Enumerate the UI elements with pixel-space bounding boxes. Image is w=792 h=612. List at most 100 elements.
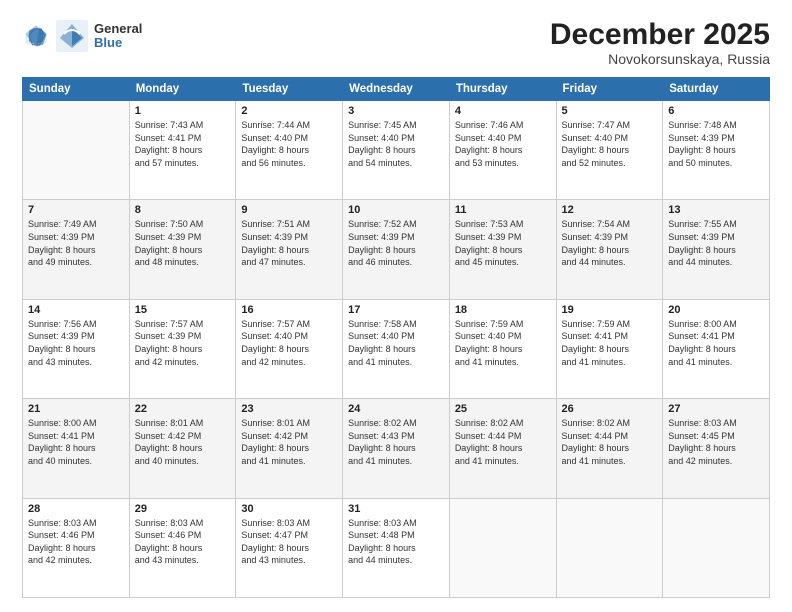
col-thursday: Thursday [449,78,556,101]
table-row: 4 Sunrise: 7:46 AM Sunset: 4:40 PM Daylig… [449,101,556,200]
table-row: 12Sunrise: 7:54 AM Sunset: 4:39 PM Dayli… [556,200,663,299]
table-row: 29 Sunrise: 8:03 AM Sunset: 4:46 PM Dayli… [129,498,236,597]
cell-content: Sunrise: 7:50 AM Sunset: 4:39 PM Dayligh… [135,218,231,268]
day-number: 8 [135,204,231,216]
day-number: 27 [668,403,764,415]
table-row: 3Sunrise: 7:45 AM Sunset: 4:40 PM Daylig… [343,101,450,200]
day-number: 17 [348,304,444,316]
day-number: 24 [348,403,444,415]
cell-content: Sunrise: 8:02 AM Sunset: 4:43 PM Dayligh… [348,417,444,467]
cell-content: Sunrise: 7:44 AM Sunset: 4:40 PM Dayligh… [241,119,337,169]
day-number: 11 [455,204,551,216]
table-row: 27 Sunrise: 8:03 AM Sunset: 4:45 PM Dayli… [663,399,770,498]
day-number: 16 [241,304,337,316]
day-number: 20 [668,304,764,316]
table-row: 7 Sunrise: 7:49 AM Sunset: 4:39 PM Daylig… [23,200,130,299]
table-row [23,101,130,200]
cell-content: Sunrise: 8:03 AM Sunset: 4:47 PM Dayligh… [241,517,337,567]
table-row: 26Sunrise: 8:02 AM Sunset: 4:44 PM Dayli… [556,399,663,498]
day-number: 3 [348,105,444,117]
table-row: 13 Sunrise: 7:55 AM Sunset: 4:39 PM Dayli… [663,200,770,299]
cell-content: Sunrise: 7:49 AM Sunset: 4:39 PM Dayligh… [28,218,124,268]
title-block: December 2025 Novokorsunskaya, Russia [550,18,770,67]
cell-content: Sunrise: 8:00 AM Sunset: 4:41 PM Dayligh… [668,318,764,368]
table-row: 1Sunrise: 7:43 AM Sunset: 4:41 PM Daylig… [129,101,236,200]
cell-content: Sunrise: 7:59 AM Sunset: 4:40 PM Dayligh… [455,318,551,368]
table-row: 16Sunrise: 7:57 AM Sunset: 4:40 PM Dayli… [236,299,343,398]
day-number: 13 [668,204,764,216]
table-row: 31Sunrise: 8:03 AM Sunset: 4:48 PM Dayli… [343,498,450,597]
cell-content: Sunrise: 7:59 AM Sunset: 4:41 PM Dayligh… [562,318,658,368]
table-row: 19 Sunrise: 7:59 AM Sunset: 4:41 PM Dayli… [556,299,663,398]
header-row: Sunday Monday Tuesday Wednesday Thursday… [23,78,770,101]
cell-content: Sunrise: 7:48 AM Sunset: 4:39 PM Dayligh… [668,119,764,169]
table-row [556,498,663,597]
table-row: 28 Sunrise: 8:03 AM Sunset: 4:46 PM Dayli… [23,498,130,597]
cell-content: Sunrise: 8:00 AM Sunset: 4:41 PM Dayligh… [28,417,124,467]
day-number: 19 [562,304,658,316]
cell-content: Sunrise: 7:57 AM Sunset: 4:39 PM Dayligh… [135,318,231,368]
day-number: 5 [562,105,658,117]
logo-graphic [54,18,90,54]
page: General Blue December 2025 Novokorsunska… [0,0,792,612]
table-row: 18Sunrise: 7:59 AM Sunset: 4:40 PM Dayli… [449,299,556,398]
cell-content: Sunrise: 8:01 AM Sunset: 4:42 PM Dayligh… [135,417,231,467]
table-row: 8 Sunrise: 7:50 AM Sunset: 4:39 PM Daylig… [129,200,236,299]
table-row [449,498,556,597]
logo-icon [22,22,50,50]
table-row: 20 Sunrise: 8:00 AM Sunset: 4:41 PM Dayli… [663,299,770,398]
day-number: 10 [348,204,444,216]
table-row: 15 Sunrise: 7:57 AM Sunset: 4:39 PM Dayli… [129,299,236,398]
table-row [663,498,770,597]
cell-content: Sunrise: 8:03 AM Sunset: 4:46 PM Dayligh… [135,517,231,567]
table-row: 24 Sunrise: 8:02 AM Sunset: 4:43 PM Dayli… [343,399,450,498]
cell-content: Sunrise: 7:43 AM Sunset: 4:41 PM Dayligh… [135,119,231,169]
table-row: 23Sunrise: 8:01 AM Sunset: 4:42 PM Dayli… [236,399,343,498]
table-row: 14 Sunrise: 7:56 AM Sunset: 4:39 PM Dayli… [23,299,130,398]
day-number: 4 [455,105,551,117]
cell-content: Sunrise: 7:47 AM Sunset: 4:40 PM Dayligh… [562,119,658,169]
table-row: 30 Sunrise: 8:03 AM Sunset: 4:47 PM Dayli… [236,498,343,597]
cell-content: Sunrise: 8:02 AM Sunset: 4:44 PM Dayligh… [455,417,551,467]
day-number: 22 [135,403,231,415]
cell-content: Sunrise: 8:03 AM Sunset: 4:45 PM Dayligh… [668,417,764,467]
table-row: 6 Sunrise: 7:48 AM Sunset: 4:39 PM Daylig… [663,101,770,200]
logo: General Blue [22,18,142,54]
table-row: 11 Sunrise: 7:53 AM Sunset: 4:39 PM Dayli… [449,200,556,299]
day-number: 6 [668,105,764,117]
col-sunday: Sunday [23,78,130,101]
day-number: 30 [241,503,337,515]
day-number: 29 [135,503,231,515]
table-row: 22 Sunrise: 8:01 AM Sunset: 4:42 PM Dayli… [129,399,236,498]
table-row: 21 Sunrise: 8:00 AM Sunset: 4:41 PM Dayli… [23,399,130,498]
day-number: 14 [28,304,124,316]
calendar-table: Sunday Monday Tuesday Wednesday Thursday… [22,77,770,598]
table-row: 25Sunrise: 8:02 AM Sunset: 4:44 PM Dayli… [449,399,556,498]
cell-content: Sunrise: 7:55 AM Sunset: 4:39 PM Dayligh… [668,218,764,268]
day-number: 9 [241,204,337,216]
cell-content: Sunrise: 7:56 AM Sunset: 4:39 PM Dayligh… [28,318,124,368]
day-number: 26 [562,403,658,415]
logo-general-text: General [94,22,142,36]
cell-content: Sunrise: 7:53 AM Sunset: 4:39 PM Dayligh… [455,218,551,268]
header: General Blue December 2025 Novokorsunska… [22,18,770,67]
col-wednesday: Wednesday [343,78,450,101]
cell-content: Sunrise: 7:46 AM Sunset: 4:40 PM Dayligh… [455,119,551,169]
cell-content: Sunrise: 8:03 AM Sunset: 4:48 PM Dayligh… [348,517,444,567]
cell-content: Sunrise: 7:52 AM Sunset: 4:39 PM Dayligh… [348,218,444,268]
table-row: 5 Sunrise: 7:47 AM Sunset: 4:40 PM Daylig… [556,101,663,200]
table-row: 10 Sunrise: 7:52 AM Sunset: 4:39 PM Dayli… [343,200,450,299]
table-row: 2Sunrise: 7:44 AM Sunset: 4:40 PM Daylig… [236,101,343,200]
cell-content: Sunrise: 7:58 AM Sunset: 4:40 PM Dayligh… [348,318,444,368]
day-number: 28 [28,503,124,515]
table-row: 9Sunrise: 7:51 AM Sunset: 4:39 PM Daylig… [236,200,343,299]
col-friday: Friday [556,78,663,101]
month-title: December 2025 [550,18,770,51]
day-number: 21 [28,403,124,415]
col-monday: Monday [129,78,236,101]
cell-content: Sunrise: 8:03 AM Sunset: 4:46 PM Dayligh… [28,517,124,567]
day-number: 7 [28,204,124,216]
day-number: 15 [135,304,231,316]
cell-content: Sunrise: 8:01 AM Sunset: 4:42 PM Dayligh… [241,417,337,467]
location: Novokorsunskaya, Russia [550,51,770,67]
